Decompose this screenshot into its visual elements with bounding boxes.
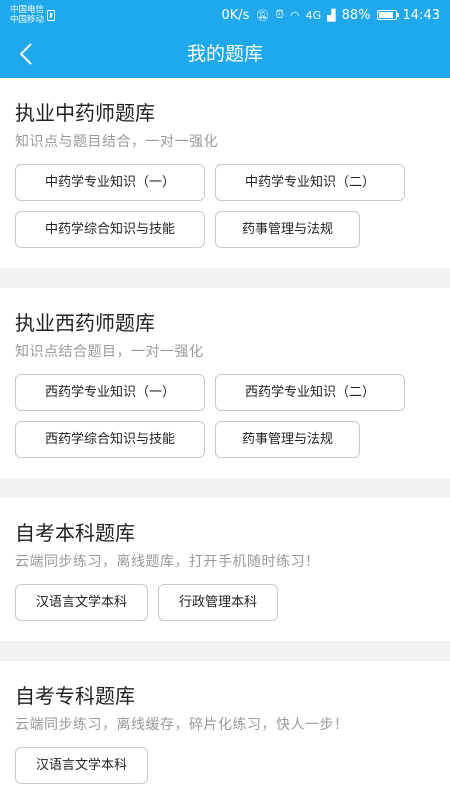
course-button[interactable]: 中药学专业知识（二） bbox=[215, 164, 405, 201]
battery-percent: 88% bbox=[341, 7, 371, 23]
signal-icon: ▟ bbox=[327, 8, 336, 22]
carrier-1: 中国电信 bbox=[10, 5, 45, 15]
section-zhongyao: 执业中药师题库 知识点与题目结合，一对一强化 中药学专业知识（一） 中药学专业知… bbox=[0, 78, 450, 268]
wifi-icon: ◠ bbox=[290, 8, 300, 22]
section-zikao-benke: 自考本科题库 云端同步练习，离线题库，打开手机随时练习！ 汉语言文学本科 行政管… bbox=[0, 498, 450, 641]
course-button[interactable]: 西药学综合知识与技能 bbox=[15, 421, 205, 458]
clock: 14:43 bbox=[402, 7, 440, 23]
carrier-2: 中国移动 bbox=[10, 15, 45, 25]
section-subtitle: 云端同步练习，离线缓存，碎片化练习，快人一步！ bbox=[15, 717, 349, 733]
net-speed: 0K/s bbox=[221, 7, 250, 23]
carrier-info: 中国电信 中国移动 ▮ bbox=[10, 5, 56, 25]
section-title: 自考本科题库 bbox=[15, 521, 135, 545]
section-subtitle: 知识点与题目结合，一对一强化 bbox=[15, 134, 218, 150]
section-xiyao: 执业西药师题库 知识点结合题目，一对一强化 西药学专业知识（一） 西药学专业知识… bbox=[0, 288, 450, 478]
section-subtitle: 云端同步练习，离线题库，打开手机随时练习！ bbox=[15, 554, 320, 570]
app-bar: 我的题库 bbox=[0, 30, 450, 78]
signal-4g: 4G bbox=[305, 8, 322, 22]
course-button[interactable]: 汉语言文学本科 bbox=[15, 584, 149, 621]
battery-icon bbox=[376, 10, 399, 20]
course-button[interactable]: 中药学综合知识与技能 bbox=[15, 211, 205, 248]
page-title: 我的题库 bbox=[186, 43, 263, 65]
section-subtitle: 知识点结合题目，一对一强化 bbox=[15, 344, 204, 360]
mute-icon: 🔕︎ bbox=[255, 8, 270, 22]
section-title: 执业中药师题库 bbox=[15, 101, 155, 125]
course-button[interactable]: 汉语言文学本科 bbox=[15, 747, 149, 784]
course-button[interactable]: 行政管理本科 bbox=[158, 584, 279, 621]
course-button[interactable]: 西药学专业知识（一） bbox=[15, 374, 205, 411]
section-title: 自考专科题库 bbox=[15, 684, 135, 708]
course-button[interactable]: 药事管理与法规 bbox=[215, 211, 360, 248]
course-button[interactable]: 中药学专业知识（一） bbox=[15, 164, 205, 201]
question-bank-list: 执业中药师题库 知识点与题目结合，一对一强化 中药学专业知识（一） 中药学专业知… bbox=[0, 78, 450, 800]
course-button[interactable]: 西药学专业知识（二） bbox=[215, 374, 405, 411]
alarm-icon: ⏰︎ bbox=[275, 8, 285, 21]
section-title: 执业西药师题库 bbox=[15, 311, 155, 335]
course-button[interactable]: 药事管理与法规 bbox=[215, 421, 360, 458]
sim-icon: ▮ bbox=[47, 9, 56, 21]
section-zikao-zhuanke: 自考专科题库 云端同步练习，离线缓存，碎片化练习，快人一步！ 汉语言文学本科 bbox=[0, 661, 450, 800]
status-bar: 中国电信 中国移动 ▮ 0K/s 🔕︎ ⏰︎ ◠ 4G ▟ 88% 14:43 bbox=[0, 0, 450, 30]
